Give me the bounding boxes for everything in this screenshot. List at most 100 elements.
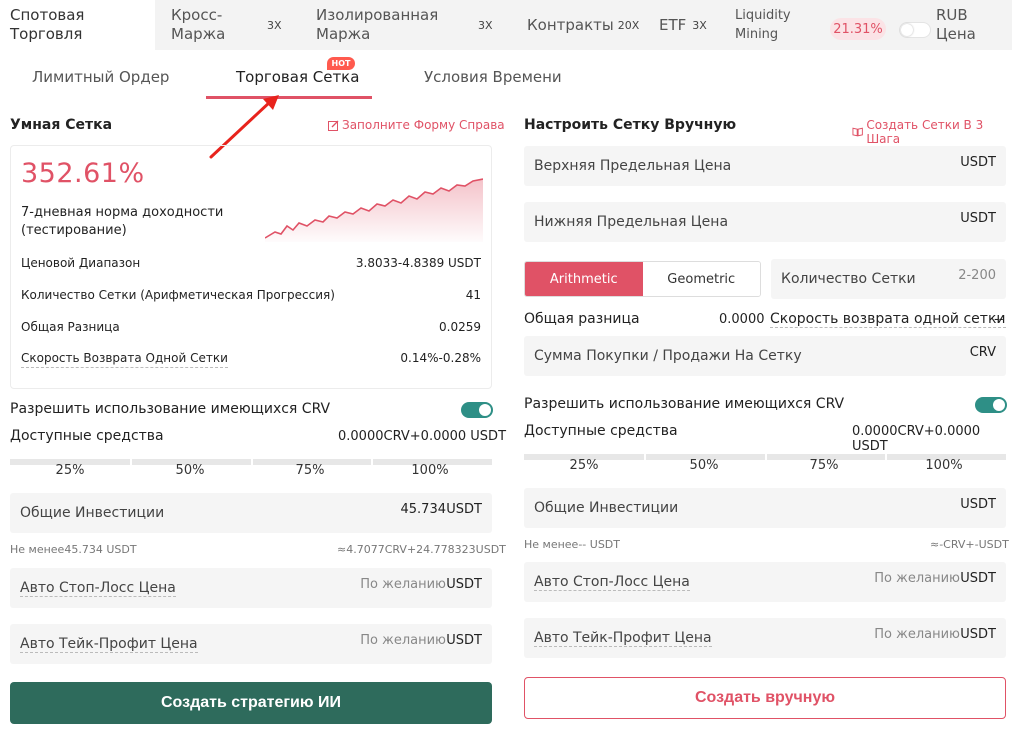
tab-isolated-label: Изолированная Маржа — [316, 6, 439, 43]
tab-etf-label: ETF — [659, 15, 687, 34]
manual-slider-25[interactable]: 25% — [524, 458, 644, 473]
rub-price-label: RUB Цена — [936, 0, 1006, 50]
manual-stop-loss-placeholder: По желанию — [874, 571, 960, 586]
tab-etf-leverage: 3X — [692, 18, 707, 32]
manual-stop-loss-unit: USDT — [960, 571, 996, 586]
rub-price-toggle[interactable] — [899, 22, 931, 38]
upper-price-label: Верхняя Предельная Цена — [534, 158, 732, 174]
create-manually-button[interactable]: Создать вручную — [524, 677, 1006, 719]
smart-grid-title: Умная Сетка — [10, 117, 113, 133]
total-diff-value: 0.0259 — [439, 320, 481, 334]
single-grid-rate-row: Скорость Возврата Одной Сетки 0.14%-0.28… — [21, 351, 481, 368]
tab-cross-margin[interactable]: Кросс-Маржа 3X — [171, 0, 301, 50]
three-steps-label: Создать Сетки В 3 Шага — [866, 118, 984, 146]
total-investment-field[interactable]: Общие Инвестиции 45.734 USDT — [10, 493, 492, 533]
min-investment-note: Не менее45.734 USDT — [10, 543, 137, 556]
manual-total-investment-field[interactable]: Общие Инвестиции USDT — [524, 488, 1006, 528]
grid-count-label: Количество Сетки (Арифметическая Прогрес… — [21, 288, 335, 302]
progression-switch: Arithmetic Geometric — [524, 261, 761, 297]
manual-approx-investment-note: ≈-CRV+-USDT — [930, 538, 1009, 551]
grid-count-row: Количество Сетки (Арифметическая Прогрес… — [21, 288, 481, 302]
take-profit-label: Авто Тейк-Профит Цена — [20, 636, 198, 653]
tab-contracts-label: Контракты — [527, 15, 614, 34]
geometric-option[interactable]: Geometric — [642, 262, 760, 296]
yield-percentage: 352.61% — [21, 158, 145, 189]
lower-price-field[interactable]: Нижняя Предельная Цена USDT — [524, 202, 1006, 242]
tab-cross-leverage: 3X — [267, 18, 282, 32]
grid-count-field-label: Количество Сетки — [781, 271, 916, 287]
buy-sell-amount-label: Сумма Покупки / Продажи На Сетку — [534, 348, 802, 364]
total-investment-label: Общие Инвестиции — [20, 505, 165, 521]
tab-isolated-margin[interactable]: Изолированная Маржа 3X — [316, 0, 496, 50]
arithmetic-option[interactable]: Arithmetic — [525, 262, 643, 296]
manual-take-profit-label: Авто Тейк-Профит Цена — [534, 630, 712, 647]
tab-spot[interactable]: Спотовая Торговля — [0, 0, 155, 50]
manual-available-funds-value: 0.0000CRV+0.0000 USDT — [852, 424, 981, 454]
tab-liquidity-mining[interactable]: Liquidity Mining — [735, 0, 815, 50]
take-profit-unit: USDT — [446, 633, 482, 648]
lower-price-label: Нижняя Предельная Цена — [534, 214, 729, 230]
manual-total-investment-label: Общие Инвестиции — [534, 500, 679, 516]
approx-investment-note: ≈4.7077CRV+24.778323USDT — [337, 543, 506, 556]
available-funds-label: Доступные средства — [10, 428, 164, 444]
allow-crv-toggle[interactable] — [461, 402, 493, 418]
hot-badge: HOT — [327, 57, 355, 70]
upper-price-unit: USDT — [960, 155, 996, 170]
total-diff-row: Общая Разница 0.0259 — [21, 320, 481, 334]
manual-min-investment-note: Не менее-- USDT — [524, 538, 620, 551]
total-diff-label: Общая Разница — [21, 320, 120, 334]
slider-50[interactable]: 50% — [130, 463, 250, 478]
fill-form-link[interactable]: Заполните Форму Справа — [328, 118, 505, 132]
allow-crv-label: Разрешить использование имеющихся CRV — [10, 401, 331, 417]
tab-contracts[interactable]: Контракты 20X — [527, 0, 639, 50]
grid-count-field[interactable]: Количество Сетки 2-200 — [771, 259, 1006, 299]
manual-take-profit-unit: USDT — [960, 627, 996, 642]
manual-grid-title: Настроить Сетку Вручную — [524, 117, 737, 133]
create-ai-strategy-button[interactable]: Создать стратегию ИИ — [10, 682, 492, 724]
stop-loss-field[interactable]: Авто Стоп-Лосс Цена По желанию USDT — [10, 568, 492, 608]
slider-100[interactable]: 100% — [370, 463, 490, 478]
single-grid-rate-label[interactable]: Скорость Возврата Одной Сетки — [21, 351, 228, 368]
three-steps-link[interactable]: Создать Сетки В 3 Шага — [852, 118, 1012, 146]
tab-spot-label: Спотовая Торговля — [10, 6, 85, 43]
tab-liquidity-label: Liquidity Mining — [735, 8, 791, 42]
fill-form-label: Заполните Форму Справа — [342, 118, 505, 132]
liquidity-rate-badge: 21.31% — [830, 18, 886, 40]
book-icon — [852, 127, 863, 137]
grid-count-value: 41 — [465, 288, 481, 302]
stop-loss-unit: USDT — [446, 577, 482, 592]
stop-loss-placeholder: По желанию — [360, 577, 446, 592]
yield-sparkline — [265, 178, 483, 242]
buy-sell-amount-unit: CRV — [969, 345, 996, 360]
manual-available-funds-label: Доступные средства — [524, 423, 678, 439]
subtab-grid-trading[interactable]: Торговая Сетка — [236, 68, 359, 86]
manual-slider-75[interactable]: 75% — [764, 458, 884, 473]
manual-total-diff-value: 0.0000 — [719, 312, 765, 327]
upper-price-field[interactable]: Верхняя Предельная Цена USDT — [524, 146, 1006, 186]
stop-loss-label: Авто Стоп-Лосс Цена — [20, 580, 176, 597]
tab-isolated-leverage: 3X — [478, 18, 493, 32]
smart-grid-card: 352.61% 7-дневная норма доходности (тест… — [10, 145, 492, 389]
manual-allow-crv-toggle[interactable] — [975, 397, 1007, 413]
subtab-time-conditions[interactable]: Условия Времени — [424, 68, 562, 86]
price-range-row: Ценовой Диапазон 3.8033-4.8389 USDT — [21, 256, 481, 270]
manual-take-profit-field[interactable]: Авто Тейк-Профит Цена По желанию USDT — [524, 618, 1006, 658]
manual-total-diff-label: Общая разница — [524, 311, 640, 327]
subtab-limit-order[interactable]: Лимитный Ордер — [32, 68, 169, 86]
manual-slider-labels: 25% 50% 75% 100% — [524, 458, 1004, 473]
take-profit-field[interactable]: Авто Тейк-Профит Цена По желанию USDT — [10, 624, 492, 664]
manual-single-rate-value: -- — [994, 312, 1004, 327]
manual-slider-50[interactable]: 50% — [644, 458, 764, 473]
rub-price-text: RUB Цена — [936, 6, 976, 43]
tab-etf[interactable]: ETF 3X — [659, 0, 707, 50]
manual-take-profit-placeholder: По желанию — [874, 627, 960, 642]
manual-single-rate-label[interactable]: Скорость возврата одной сетки — [770, 311, 1006, 328]
total-investment-unit: USDT — [446, 502, 482, 517]
manual-stop-loss-field[interactable]: Авто Стоп-Лосс Цена По желанию USDT — [524, 562, 1006, 602]
total-investment-value: 45.734 — [400, 502, 447, 517]
manual-stop-loss-label: Авто Стоп-Лосс Цена — [534, 574, 690, 591]
slider-25[interactable]: 25% — [10, 463, 130, 478]
manual-slider-100[interactable]: 100% — [884, 458, 1004, 473]
slider-75[interactable]: 75% — [250, 463, 370, 478]
buy-sell-amount-field[interactable]: Сумма Покупки / Продажи На Сетку CRV — [524, 336, 1006, 376]
